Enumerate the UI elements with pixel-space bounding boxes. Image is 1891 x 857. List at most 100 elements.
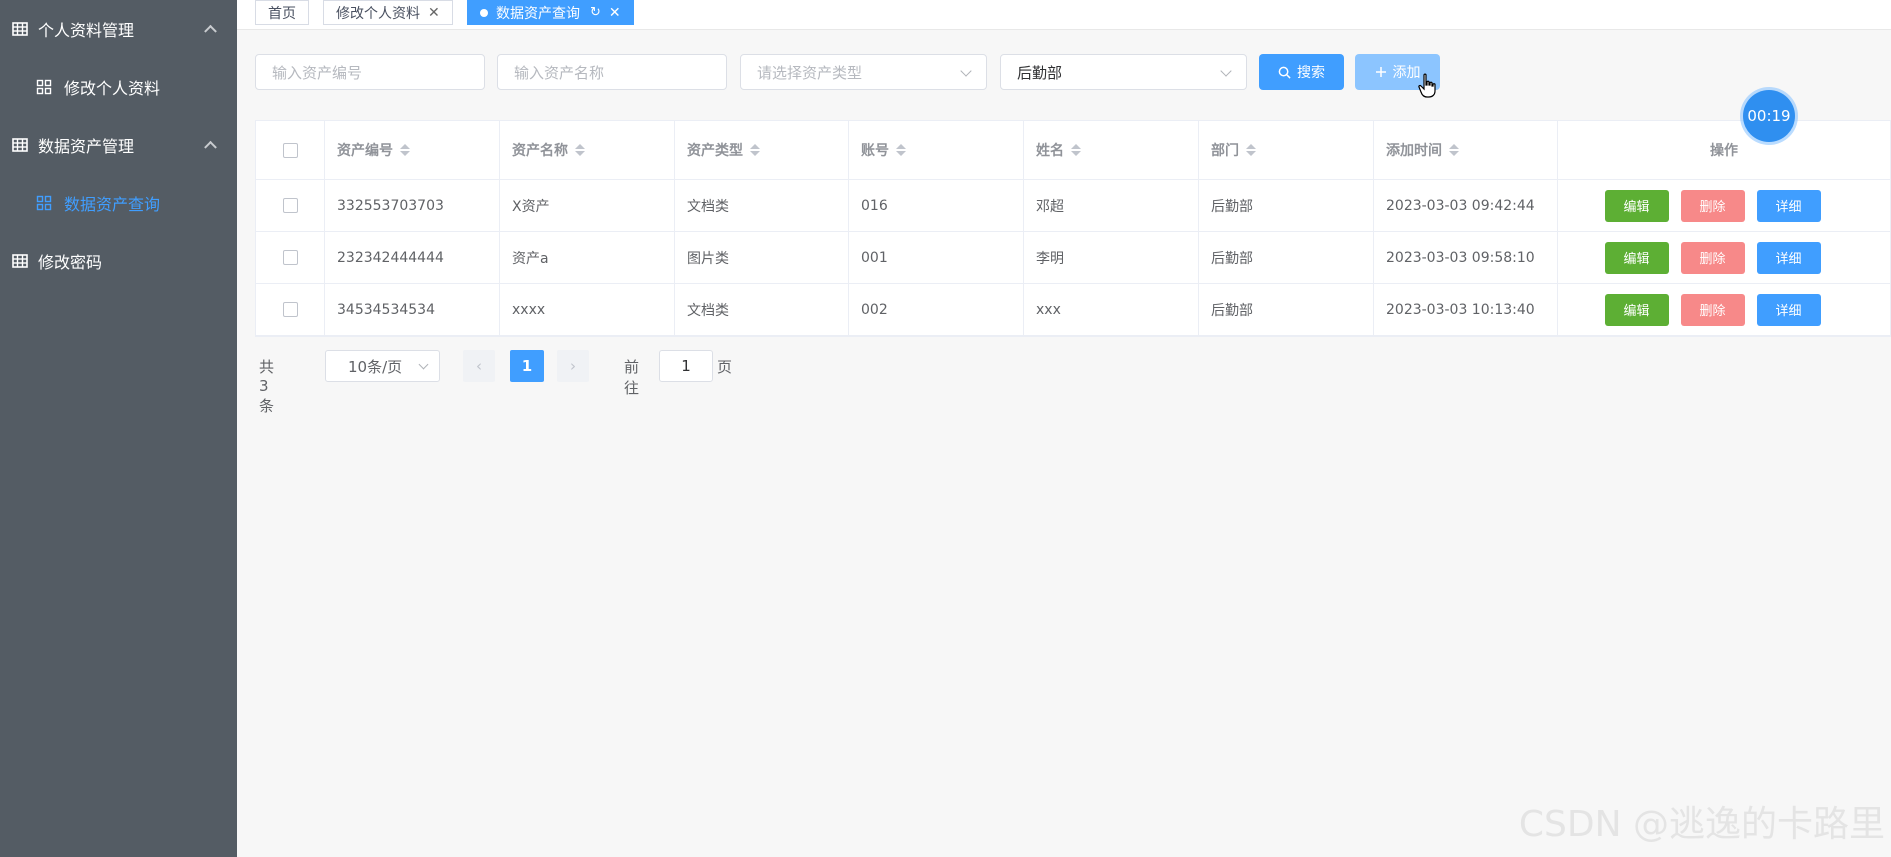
cell-person: 李明 <box>1024 232 1199 283</box>
page-number-current[interactable]: 1 <box>510 350 544 382</box>
department-select[interactable]: 后勤部 <box>1000 54 1247 90</box>
cell-account: 001 <box>849 232 1024 283</box>
select-all-checkbox[interactable] <box>282 142 298 158</box>
next-page-button[interactable]: › <box>557 350 589 382</box>
header-asset-no[interactable]: 资产编号 <box>325 121 500 179</box>
sidebar: 个人资料管理 修改个人资料 数据资产管理 数据资产查询 修改密码 <box>0 0 237 857</box>
cell-asset-type: 文档类 <box>675 284 849 335</box>
header-department[interactable]: 部门 <box>1199 121 1374 179</box>
cell-time: 2023-03-03 10:13:40 <box>1374 284 1558 335</box>
menu-item-label: 修改密码 <box>38 253 103 272</box>
page-size-select[interactable]: 10条/页 <box>325 350 440 382</box>
search-button[interactable]: 搜索 <box>1259 54 1344 90</box>
watermark: CSDN @逃逸的卡路里 <box>1518 804 1885 845</box>
cell-account: 016 <box>849 180 1024 231</box>
cell-asset-no: 34534534534 <box>325 284 500 335</box>
tab-home[interactable]: 首页 <box>255 0 309 25</box>
delete-button[interactable]: 删除 <box>1680 189 1745 222</box>
sort-icon[interactable] <box>575 144 585 156</box>
menu-group-label: 个人资料管理 <box>38 21 135 40</box>
tabs-bar: 首页 修改个人资料 ✕ 数据资产查询 ↻ ✕ <box>237 0 1891 30</box>
header-label: 操作 <box>1710 143 1738 159</box>
grid-icon <box>12 22 28 36</box>
asset-name-input[interactable]: 输入资产名称 <box>497 54 727 90</box>
cell-person: 邓超 <box>1024 180 1199 231</box>
select-cell <box>256 232 325 283</box>
search-icon <box>1278 66 1291 79</box>
chevron-up-icon <box>204 140 217 154</box>
table-row: 34534534534 xxxx 文档类 002 xxx 后勤部 2023-03… <box>256 284 1890 336</box>
sort-icon[interactable] <box>1449 144 1459 156</box>
cell-time: 2023-03-03 09:58:10 <box>1374 232 1558 283</box>
apps-icon <box>36 195 52 211</box>
table-header-row: 资产编号 资产名称 资产类型 账号 姓名 部门 添加时间 操作 <box>256 121 1890 180</box>
grid-icon <box>12 254 28 268</box>
header-select-cell <box>256 121 325 179</box>
header-label: 资产名称 <box>512 143 568 159</box>
delete-button[interactable]: 删除 <box>1680 293 1745 326</box>
action-group: 编辑 删除 详细 <box>1604 293 1821 326</box>
row-checkbox[interactable] <box>282 250 298 265</box>
cell-department: 后勤部 <box>1199 180 1374 231</box>
refresh-icon[interactable]: ↻ <box>590 5 601 20</box>
sort-icon[interactable] <box>400 144 410 156</box>
chevron-right-icon: › <box>570 357 576 375</box>
edit-button[interactable]: 编辑 <box>1604 241 1669 274</box>
header-account[interactable]: 账号 <box>849 121 1024 179</box>
cell-actions: 编辑 删除 详细 <box>1558 284 1890 335</box>
active-dot-icon <box>480 8 488 17</box>
sort-icon[interactable] <box>1246 144 1256 156</box>
chevron-down-icon <box>418 359 429 370</box>
header-actions: 操作 <box>1558 121 1890 179</box>
chevron-down-icon <box>1220 65 1232 77</box>
detail-button[interactable]: 详细 <box>1756 189 1821 222</box>
detail-button[interactable]: 详细 <box>1756 241 1821 274</box>
menu-item-edit-profile[interactable]: 修改个人资料 <box>0 58 237 116</box>
cell-time: 2023-03-03 09:42:44 <box>1374 180 1558 231</box>
delete-button[interactable]: 删除 <box>1680 241 1745 274</box>
sort-icon[interactable] <box>896 144 906 156</box>
total-count: 共 3 条 <box>259 358 275 415</box>
header-label: 部门 <box>1211 143 1239 159</box>
cell-asset-type: 图片类 <box>675 232 849 283</box>
header-asset-name[interactable]: 资产名称 <box>500 121 675 179</box>
header-time[interactable]: 添加时间 <box>1374 121 1558 179</box>
row-checkbox[interactable] <box>282 302 298 317</box>
close-icon[interactable]: ✕ <box>609 5 621 21</box>
asset-type-select[interactable]: 请选择资产类型 <box>740 54 987 90</box>
cell-asset-no: 332553703703 <box>325 180 500 231</box>
search-label: 搜索 <box>1297 65 1325 81</box>
hand-cursor-icon <box>1418 73 1436 98</box>
menu-group-data-assets[interactable]: 数据资产管理 <box>0 116 237 174</box>
page-suffix: 页 <box>717 358 733 376</box>
goto-page-input[interactable]: 1 <box>659 350 713 382</box>
tab-label: 首页 <box>268 5 296 22</box>
header-label: 资产类型 <box>687 143 743 159</box>
header-person[interactable]: 姓名 <box>1024 121 1199 179</box>
menu-item-change-password[interactable]: 修改密码 <box>0 232 237 290</box>
tab-asset-query[interactable]: 数据资产查询 ↻ ✕ <box>467 0 634 25</box>
detail-button[interactable]: 详细 <box>1756 293 1821 326</box>
header-label: 资产编号 <box>337 143 393 159</box>
close-icon[interactable]: ✕ <box>428 5 440 21</box>
row-checkbox[interactable] <box>282 198 298 213</box>
asset-no-input[interactable]: 输入资产编号 <box>255 54 485 90</box>
asset-table: 资产编号 资产名称 资产类型 账号 姓名 部门 添加时间 操作 33255370… <box>255 120 1891 337</box>
sort-icon[interactable] <box>750 144 760 156</box>
tab-label: 数据资产查询 <box>496 5 580 22</box>
prev-page-button[interactable]: ‹ <box>463 350 495 382</box>
sort-icon[interactable] <box>1071 144 1081 156</box>
menu-group-profile[interactable]: 个人资料管理 <box>0 0 237 58</box>
cell-person: xxx <box>1024 284 1199 335</box>
menu-item-asset-query[interactable]: 数据资产查询 <box>0 174 237 232</box>
department-value: 后勤部 <box>1017 63 1063 82</box>
edit-button[interactable]: 编辑 <box>1604 293 1669 326</box>
tab-edit-profile[interactable]: 修改个人资料 ✕ <box>323 0 453 25</box>
header-label: 姓名 <box>1036 143 1064 159</box>
select-cell <box>256 284 325 335</box>
edit-button[interactable]: 编辑 <box>1604 189 1669 222</box>
asset-name-placeholder: 输入资产名称 <box>514 63 605 82</box>
timer-badge[interactable]: 00:19 <box>1743 90 1795 142</box>
header-asset-type[interactable]: 资产类型 <box>675 121 849 179</box>
apps-icon <box>36 79 52 95</box>
